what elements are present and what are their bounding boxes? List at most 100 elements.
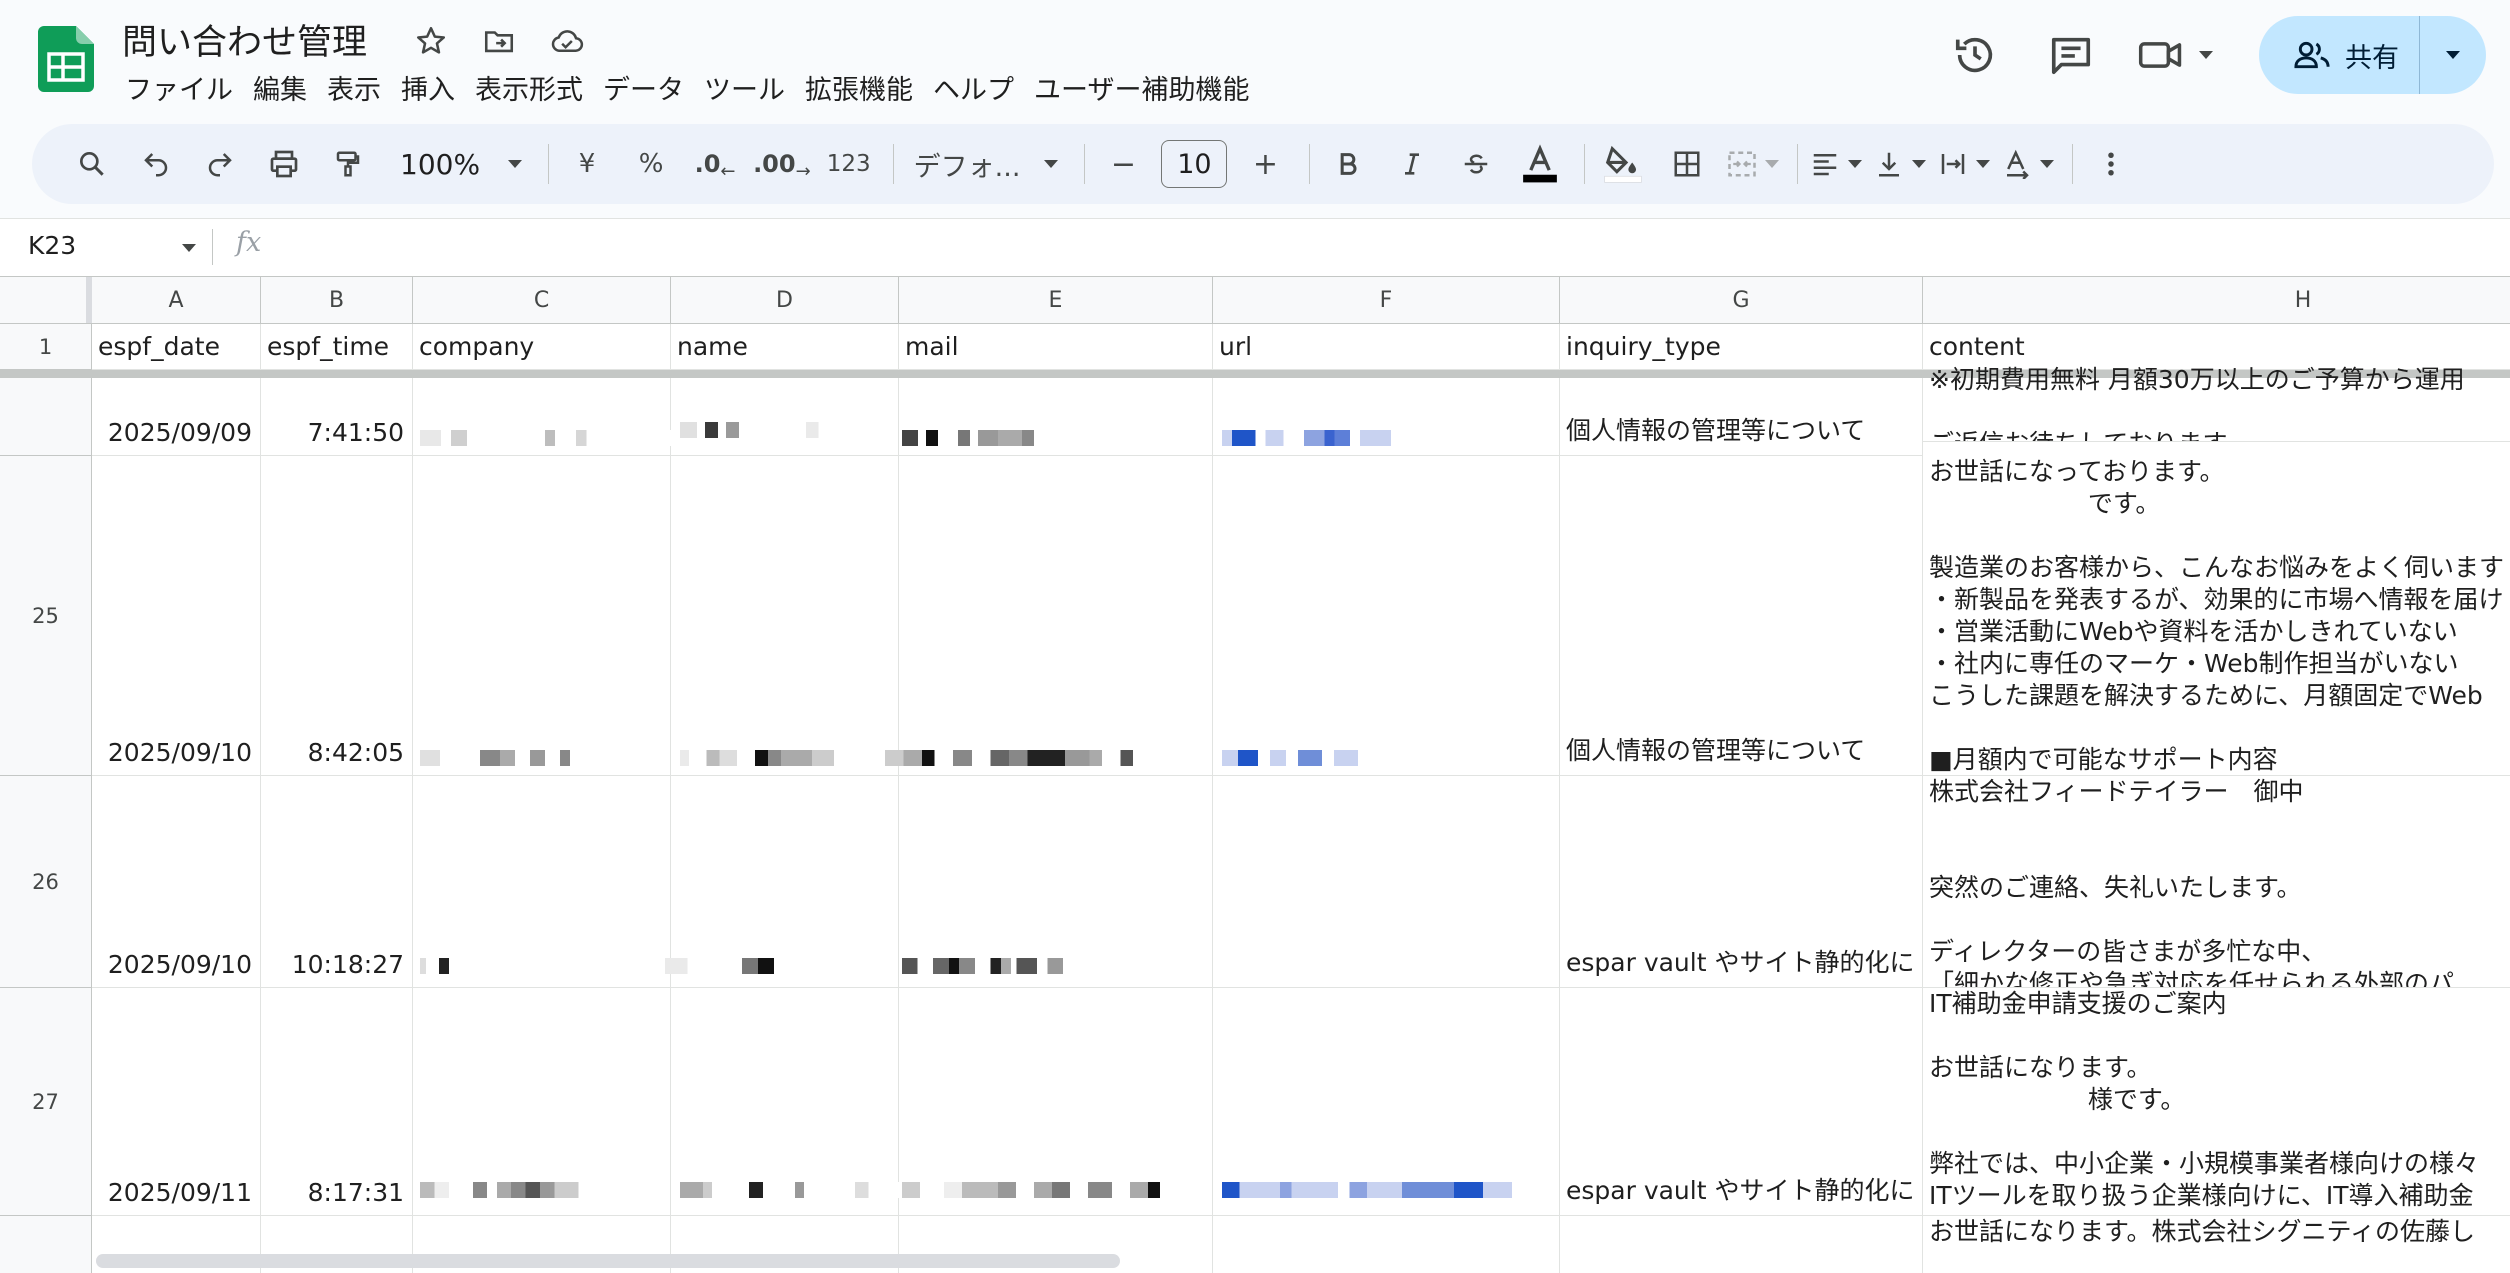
- increase-decimal-button[interactable]: .00 →: [753, 136, 811, 192]
- zoom-select[interactable]: 100%: [400, 136, 523, 192]
- more-options-icon[interactable]: [2085, 136, 2137, 192]
- cloud-status-icon[interactable]: [546, 20, 588, 62]
- header-cell-url[interactable]: url: [1213, 324, 1560, 370]
- menu-format[interactable]: 表示形式: [472, 68, 600, 107]
- column-header-h[interactable]: H: [1923, 277, 2510, 323]
- print-icon[interactable]: [258, 136, 310, 192]
- time-cell[interactable]: 8:17:31: [261, 988, 413, 1216]
- inquiry-type-cell[interactable]: [1560, 1216, 1923, 1273]
- date-cell[interactable]: 2025/09/09: [92, 378, 261, 456]
- undo-icon[interactable]: [130, 136, 182, 192]
- share-button[interactable]: 共有: [2259, 16, 2486, 94]
- menu-tools[interactable]: ツール: [701, 68, 802, 107]
- italic-button[interactable]: [1386, 136, 1438, 192]
- time-cell[interactable]: 10:18:27: [261, 776, 413, 988]
- menu-file[interactable]: ファイル: [122, 68, 250, 107]
- url-cell[interactable]: [1213, 1216, 1560, 1273]
- font-size-input[interactable]: 10: [1161, 140, 1228, 188]
- move-folder-icon[interactable]: [478, 20, 520, 62]
- inquiry-type-cell[interactable]: espar vault やサイト静的化に: [1560, 988, 1923, 1216]
- decrease-decimal-button[interactable]: .0 ←: [689, 136, 741, 192]
- menu-edit[interactable]: 編集: [250, 68, 324, 107]
- borders-button[interactable]: [1661, 136, 1713, 192]
- time-cell[interactable]: 8:42:05: [261, 456, 413, 776]
- version-history-icon[interactable]: [1945, 25, 2005, 85]
- name-cell[interactable]: [671, 776, 899, 988]
- vertical-align-button[interactable]: [1874, 136, 1927, 192]
- merge-cells-button[interactable]: [1725, 136, 1780, 192]
- column-header-d[interactable]: D: [671, 277, 899, 323]
- inquiry-type-cell[interactable]: espar vault やサイト静的化に: [1560, 776, 1923, 988]
- column-header-a[interactable]: A: [92, 277, 261, 323]
- column-header-f[interactable]: F: [1213, 277, 1560, 323]
- mail-cell[interactable]: [899, 776, 1213, 988]
- url-cell[interactable]: [1213, 456, 1560, 776]
- inquiry-type-cell[interactable]: 個人情報の管理等について: [1560, 456, 1923, 776]
- currency-format-button[interactable]: ¥: [561, 136, 613, 192]
- more-formats-button[interactable]: 123: [823, 136, 875, 192]
- document-title[interactable]: 問い合わせ管理: [122, 14, 367, 65]
- bold-button[interactable]: [1322, 136, 1374, 192]
- text-color-button[interactable]: [1514, 136, 1566, 192]
- column-header-e[interactable]: E: [899, 277, 1213, 323]
- column-header-g[interactable]: G: [1560, 277, 1923, 323]
- search-icon[interactable]: [66, 136, 118, 192]
- column-header-b[interactable]: B: [261, 277, 413, 323]
- menu-view[interactable]: 表示: [324, 68, 398, 107]
- chevron-down-icon[interactable]: [182, 244, 196, 252]
- strikethrough-button[interactable]: [1450, 136, 1502, 192]
- header-cell-name[interactable]: name: [671, 324, 899, 370]
- text-rotation-button[interactable]: [2002, 136, 2055, 192]
- name-box[interactable]: K23: [28, 231, 76, 260]
- menu-help[interactable]: ヘルプ: [930, 68, 1031, 107]
- row-header-26[interactable]: 26: [0, 776, 92, 988]
- time-cell[interactable]: 7:41:50: [261, 378, 413, 456]
- sheets-logo-icon[interactable]: [38, 26, 94, 92]
- header-cell-espf-time[interactable]: espf_time: [261, 324, 413, 370]
- horizontal-align-button[interactable]: [1810, 136, 1863, 192]
- redo-icon[interactable]: [194, 136, 246, 192]
- font-select[interactable]: デフォ...: [914, 136, 1059, 192]
- date-cell[interactable]: 2025/09/11: [92, 988, 261, 1216]
- row-header-25[interactable]: 25: [0, 456, 92, 776]
- menu-extensions[interactable]: 拡張機能: [802, 68, 930, 107]
- content-cell[interactable]: お世話になります。株式会社シグニティの佐藤し: [1923, 1216, 2510, 1273]
- content-cell[interactable]: ※初期費用無料 月額30万以上のご予算から運用 ご返信お待ちしております。: [1923, 364, 2510, 442]
- date-cell[interactable]: 2025/09/10: [92, 456, 261, 776]
- url-cell[interactable]: [1213, 776, 1560, 988]
- share-dropdown[interactable]: [2420, 16, 2486, 94]
- fill-color-button[interactable]: [1597, 136, 1649, 192]
- row-header-1[interactable]: 1: [0, 324, 92, 370]
- row-header[interactable]: [0, 1216, 92, 1273]
- paint-format-icon[interactable]: [322, 136, 374, 192]
- header-cell-company[interactable]: company: [413, 324, 671, 370]
- content-cell[interactable]: IT補助金申請支援のご案内 お世話になります。 様です。 弊社では、中小企業・小…: [1923, 988, 2510, 1216]
- menu-data[interactable]: データ: [600, 68, 701, 107]
- content-cell[interactable]: お世話になっております。 です。 製造業のお客様から、こんなお悩みをよく伺います…: [1923, 456, 2510, 776]
- content-cell[interactable]: 株式会社フィードテイラー 御中 突然のご連絡、失礼いたします。 ディレクターの皆…: [1923, 776, 2510, 988]
- star-icon[interactable]: [410, 20, 452, 62]
- company-cell[interactable]: [413, 456, 671, 776]
- select-all-corner[interactable]: [0, 277, 92, 323]
- menu-insert[interactable]: 挿入: [398, 68, 472, 107]
- decrease-font-size-button[interactable]: −: [1097, 136, 1149, 192]
- header-cell-espf-date[interactable]: espf_date: [92, 324, 261, 370]
- comments-icon[interactable]: [2041, 25, 2101, 85]
- meet-button[interactable]: [2137, 32, 2213, 78]
- increase-font-size-button[interactable]: +: [1239, 136, 1291, 192]
- spreadsheet-grid[interactable]: A B C D E F G H 1 espf_date espf_time co…: [0, 274, 2510, 1273]
- date-cell[interactable]: 2025/09/10: [92, 776, 261, 988]
- header-cell-mail[interactable]: mail: [899, 324, 1213, 370]
- name-cell[interactable]: [671, 378, 899, 456]
- percent-format-button[interactable]: %: [625, 136, 677, 192]
- horizontal-scrollbar[interactable]: [96, 1254, 1120, 1268]
- text-wrapping-button[interactable]: [1938, 136, 1991, 192]
- mail-cell[interactable]: [899, 456, 1213, 776]
- name-cell[interactable]: [671, 456, 899, 776]
- row-header-27[interactable]: 27: [0, 988, 92, 1216]
- menu-accessibility[interactable]: ユーザー補助機能: [1031, 68, 1266, 107]
- column-header-c[interactable]: C: [413, 277, 671, 323]
- header-cell-inquiry-type[interactable]: inquiry_type: [1560, 324, 1923, 370]
- row-header[interactable]: [0, 378, 92, 456]
- inquiry-type-cell[interactable]: 個人情報の管理等について: [1560, 378, 1923, 456]
